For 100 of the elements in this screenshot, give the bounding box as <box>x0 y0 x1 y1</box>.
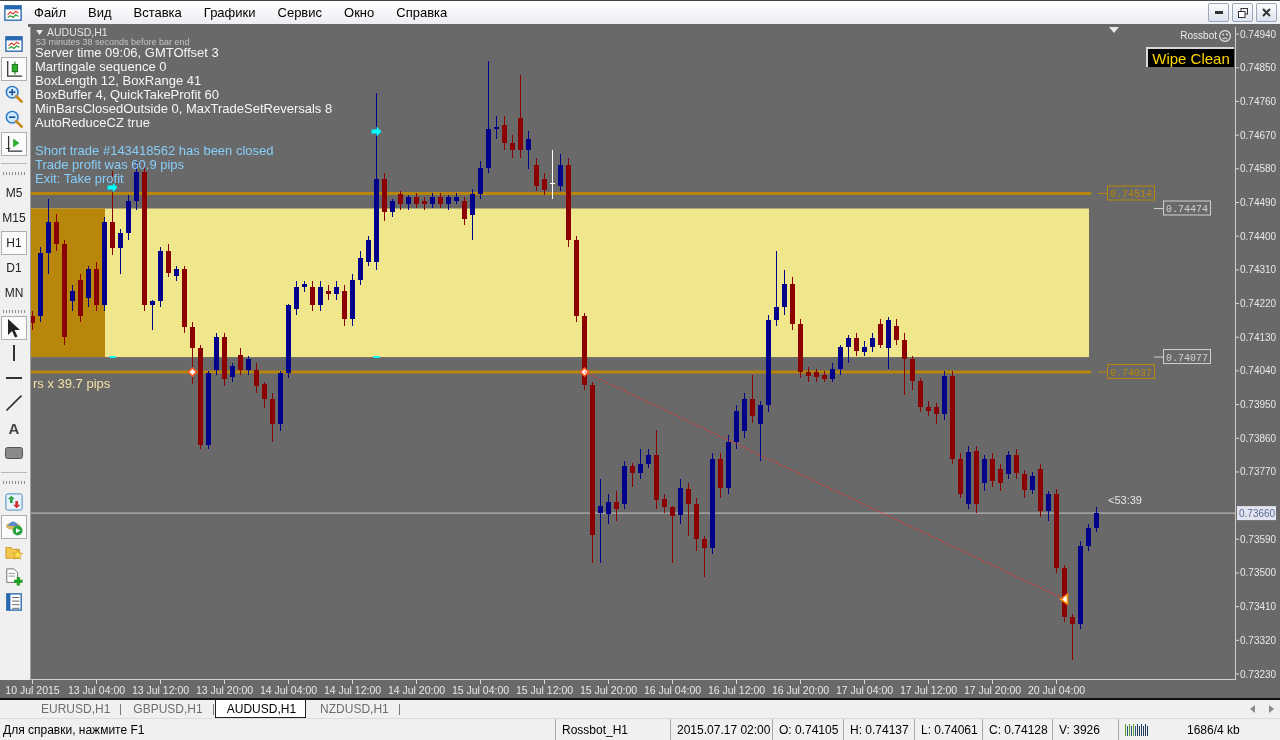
candle <box>182 266 187 333</box>
countdown-text: 53 minutes 38 seconds before bar end <box>36 38 190 46</box>
candle <box>886 317 891 369</box>
chart-tab[interactable]: NZDUSD,H1 <box>309 700 398 718</box>
dash-marker-icon <box>109 356 116 359</box>
candle <box>262 382 267 408</box>
candle <box>126 195 131 240</box>
chart-window-icon[interactable] <box>4 3 22 22</box>
time-label: 16 Jul 04:00 <box>643 684 702 696</box>
triangle-marker-icon[interactable] <box>1109 27 1119 33</box>
close-button[interactable] <box>1256 3 1277 22</box>
candle <box>622 461 627 509</box>
high-price: H: 0.74137 <box>850 722 909 737</box>
trade-info-line: Short trade #143418562 has been closed <box>35 144 275 158</box>
time-label: 17 Jul 12:00 <box>899 684 958 696</box>
drawing-tool-button[interactable] <box>1 316 27 340</box>
chart-window-icon <box>5 35 23 53</box>
time-label: 13 Jul 12:00 <box>131 684 190 696</box>
menu-item[interactable]: Вставка <box>125 1 190 24</box>
chart-tab[interactable]: GBPUSD,H1 <box>122 700 212 718</box>
up-down-arrows-icon <box>5 493 23 511</box>
candle <box>750 375 755 423</box>
profile-name: Rossbot_H1 <box>562 722 629 737</box>
candle <box>406 195 411 210</box>
candle <box>854 333 859 356</box>
menu-item[interactable]: Окно <box>336 1 383 24</box>
candle <box>446 195 451 210</box>
price-label: 0.73410 <box>1240 601 1276 613</box>
toolbar-button[interactable] <box>1 57 27 81</box>
price-label: 0.73770 <box>1240 466 1276 478</box>
candle <box>390 199 395 217</box>
zoom-out-icon <box>5 110 23 128</box>
info-line: AutoReduceCZ true <box>35 116 151 130</box>
candle <box>174 266 179 281</box>
restore-button[interactable] <box>1232 3 1253 22</box>
caret-right-icon[interactable] <box>1269 705 1274 713</box>
time-label: 16 Jul 12:00 <box>707 684 766 696</box>
price-label: 0.74760 <box>1240 95 1276 107</box>
chart-tab[interactable]: AUDUSD,H1 <box>214 700 307 718</box>
price-label: 0.73230 <box>1240 668 1276 680</box>
price-label: 0.74850 <box>1240 62 1276 74</box>
toolbar-button[interactable] <box>1 132 27 156</box>
info-line: Martingale sequence 0 <box>35 60 168 74</box>
caret-left-icon[interactable] <box>1250 705 1255 713</box>
candle <box>670 506 675 563</box>
diagonal-line-icon <box>6 395 22 411</box>
timeframe-button[interactable]: D1 <box>1 256 27 280</box>
menu-item[interactable]: Справка <box>388 1 456 24</box>
arrow-marker-icon <box>371 126 382 137</box>
price-label: 0.74310 <box>1240 264 1276 276</box>
time-label: 13 Jul 20:00 <box>195 684 254 696</box>
candlestick-icon <box>5 60 23 78</box>
candle <box>470 189 475 240</box>
candle <box>1046 491 1051 521</box>
document-plus-icon <box>5 568 23 586</box>
candle <box>806 367 811 382</box>
signal-bars-icon <box>1125 723 1149 736</box>
candle <box>558 154 563 191</box>
menu-item[interactable]: Файл <box>26 1 74 24</box>
candle <box>414 193 419 208</box>
horizontal-line-icon <box>6 377 22 379</box>
timeframe-button[interactable]: H1 <box>1 231 27 255</box>
candle <box>246 356 251 375</box>
text-tool-button[interactable]: A <box>1 416 27 440</box>
price-label: 0.74400 <box>1240 230 1276 242</box>
timeframe-button[interactable]: M15 <box>1 206 27 230</box>
time-label: 15 Jul 20:00 <box>579 684 638 696</box>
cursor-icon <box>7 318 21 338</box>
menu-item[interactable]: Вид <box>79 1 120 24</box>
time-label: 17 Jul 04:00 <box>835 684 894 696</box>
sad-face-icon <box>1219 30 1231 42</box>
ref-line-label: 0.74037 <box>1110 367 1153 379</box>
price-label: 0.74220 <box>1240 298 1276 310</box>
price-label: 0.73860 <box>1240 432 1276 444</box>
price-label: 0.74040 <box>1240 365 1276 377</box>
candle <box>422 197 427 210</box>
time-label: 17 Jul 20:00 <box>963 684 1022 696</box>
price-label: 0.74130 <box>1240 331 1276 343</box>
axis-triangle-icon <box>5 135 23 153</box>
timeframe-button[interactable]: MN <box>1 281 27 305</box>
info-line: BoxBuffer 4, QuickTakeProfit 60 <box>35 88 221 102</box>
chart-tab[interactable]: EURUSD,H1 <box>30 700 120 718</box>
menu-item[interactable]: Сервис <box>269 1 331 24</box>
traffic-text: 1686/4 kb <box>1187 722 1240 737</box>
caret-icon[interactable] <box>36 30 43 35</box>
close-icon <box>1262 8 1271 17</box>
candle <box>702 536 707 577</box>
candle <box>822 371 827 382</box>
ref-line-label: 0.74474 <box>1166 203 1209 215</box>
vertical-line-icon <box>13 345 15 361</box>
price-label: 0.74490 <box>1240 197 1276 208</box>
open-price: O: 0.74105 <box>779 722 839 737</box>
timeframe-button[interactable]: M5 <box>1 181 27 205</box>
candle <box>86 266 91 307</box>
list-icon <box>5 593 23 611</box>
volume: V: 3926 <box>1059 722 1100 737</box>
wipe-clean-button[interactable]: Wipe Clean <box>1146 47 1234 67</box>
minimize-icon <box>1214 11 1223 14</box>
menu-item[interactable]: Графики <box>195 1 264 24</box>
minimize-button[interactable] <box>1208 3 1229 22</box>
